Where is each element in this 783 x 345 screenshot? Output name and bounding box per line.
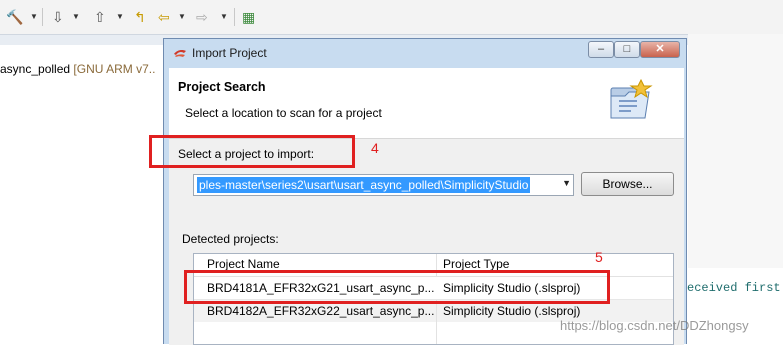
toolbar-separator <box>42 8 43 26</box>
annotation-box-step-4 <box>149 135 355 168</box>
project-type-cell: Simplicity Studio (.slsproj) <box>443 304 581 318</box>
chevron-down-icon[interactable]: ▼ <box>30 12 38 21</box>
ide-toolbar: 🔨 ▼ ⇩ ▼ ⇧ ▼ ↰ ⇦ ▼ ⇨ ▼ ▦ <box>0 0 783 34</box>
chevron-down-icon[interactable]: ▼ <box>72 12 80 21</box>
tree-item-meta: [GNU ARM v7.. <box>73 62 156 76</box>
annotation-step-5: 5 <box>595 249 603 265</box>
last-edit-icon[interactable]: ↰ <box>134 8 146 26</box>
dialog-title: Import Project <box>192 46 267 60</box>
chevron-down-icon[interactable]: ▼ <box>562 178 571 188</box>
toolbar-separator <box>234 8 235 26</box>
wizard-header: Project Search Select a location to scan… <box>169 68 684 139</box>
column-header-project-type[interactable]: Project Type <box>443 257 509 271</box>
page-subtitle: Select a location to scan for a project <box>185 106 382 120</box>
chevron-down-icon[interactable]: ▼ <box>178 12 186 21</box>
project-tree-item[interactable]: async_polled [GNU ARM v7.. <box>0 62 155 76</box>
project-path-value: ples-master\series2\usart\usart_async_po… <box>197 177 531 193</box>
dialog-titlebar[interactable]: Import Project – □ ✕ <box>164 39 686 67</box>
project-name-cell: BRD4182A_EFR32xG22_usart_async_p... <box>207 304 435 318</box>
project-path-combobox[interactable]: ples-master\series2\usart\usart_async_po… <box>193 174 574 196</box>
column-divider <box>436 300 437 344</box>
hammer-icon[interactable]: 🔨 <box>6 8 23 26</box>
page-title: Project Search <box>178 80 266 94</box>
annotation-box-step-5 <box>184 270 610 304</box>
chevron-down-icon[interactable]: ▼ <box>116 12 124 21</box>
maximize-button[interactable]: □ <box>614 41 640 58</box>
close-button[interactable]: ✕ <box>640 41 680 58</box>
prev-annotation-icon[interactable]: ⇧ <box>94 8 106 26</box>
detected-projects-label: Detected projects: <box>182 232 279 246</box>
tree-item-name: async_polled <box>0 62 71 76</box>
next-annotation-icon[interactable]: ⇩ <box>52 8 64 26</box>
minimize-button[interactable]: – <box>588 41 614 58</box>
forward-arrow-icon[interactable]: ⇨ <box>196 8 208 26</box>
silicon-labs-icon <box>174 50 186 57</box>
console-output: eceived first <box>687 281 781 295</box>
chip-icon[interactable]: ▦ <box>242 8 255 26</box>
column-header-project-name[interactable]: Project Name <box>207 257 280 271</box>
chevron-down-icon[interactable]: ▼ <box>220 12 228 21</box>
browse-button[interactable]: Browse... <box>581 172 674 196</box>
back-arrow-icon[interactable]: ⇦ <box>158 8 170 26</box>
watermark: https://blog.csdn.net/DDZhongsy <box>560 318 749 333</box>
folder-wizard-icon <box>610 78 653 119</box>
annotation-step-4: 4 <box>371 140 379 156</box>
